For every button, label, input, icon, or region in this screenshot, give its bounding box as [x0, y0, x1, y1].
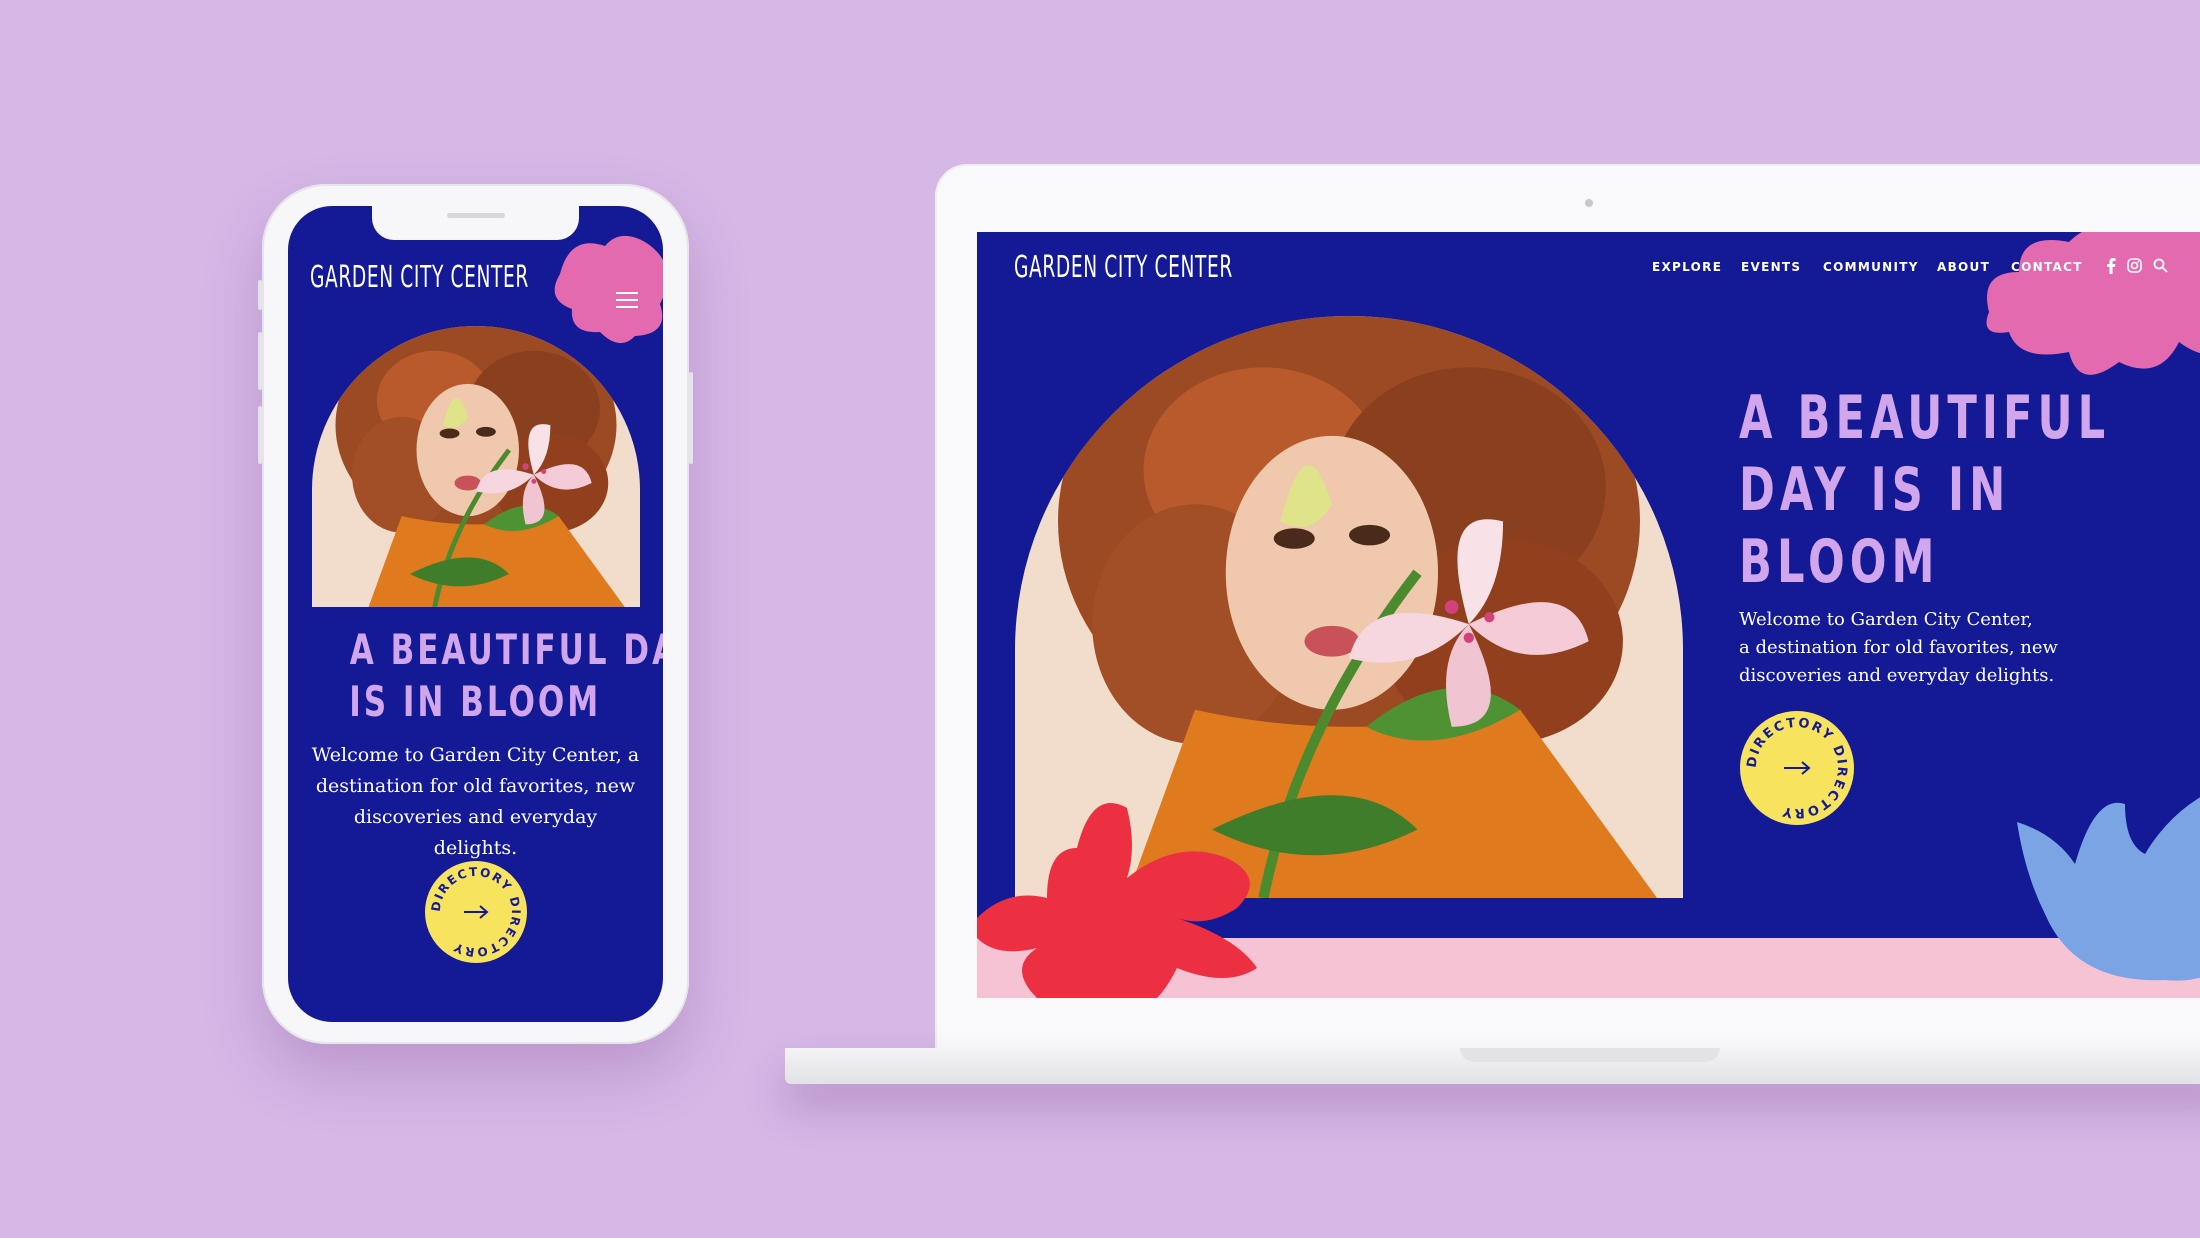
laptop-camera — [1585, 199, 1593, 207]
volume-down-button — [258, 406, 262, 464]
pink-flower-shape — [1986, 232, 2200, 375]
phone-notch — [372, 206, 579, 240]
hamburger-menu-icon[interactable] — [616, 292, 638, 308]
mobile-hero-photo — [312, 326, 640, 607]
nav-contact[interactable]: CONTACT — [2011, 260, 2083, 274]
desktop-intro-text: Welcome to Garden City Center, a destina… — [1739, 609, 2058, 686]
phone-mockup: GARDEN CITY CENTER A BEAUTIFUL DAY IS IN… — [258, 184, 693, 1044]
pink-flower-shape — [554, 236, 663, 343]
mobile-headline-line-1: A BEAUTIFUL DAY — [349, 625, 663, 674]
desktop-logo[interactable]: GARDEN CITY CENTER — [1014, 250, 1233, 285]
laptop-opening-notch — [1460, 1048, 1720, 1062]
nav-explore[interactable]: EXPLORE — [1652, 260, 1722, 274]
mobile-intro-text: Welcome to Garden City Center, a destina… — [311, 744, 640, 859]
phone-speaker — [447, 213, 505, 218]
nav-events[interactable]: EVENTS — [1741, 260, 1801, 274]
nav-about[interactable]: ABOUT — [1937, 260, 1990, 274]
instagram-icon[interactable] — [2127, 258, 2142, 273]
mobile-screen: GARDEN CITY CENTER A BEAUTIFUL DAY IS IN… — [288, 206, 663, 1022]
facebook-icon[interactable] — [2106, 258, 2116, 274]
power-button — [689, 372, 693, 464]
mobile-directory-badge[interactable]: DIRECTORY DIRECTORY — [424, 860, 528, 964]
desktop-directory-badge[interactable]: DIRECTORY DIRECTORY — [1739, 710, 1855, 826]
mobile-logo[interactable]: GARDEN CITY CENTER — [310, 260, 529, 295]
red-flower-shape — [977, 803, 1257, 998]
blue-tulip-shape — [2017, 797, 2200, 981]
mute-switch — [258, 280, 262, 310]
mobile-headline-line-2: IS IN BLOOM — [349, 677, 602, 726]
search-icon[interactable] — [2153, 258, 2168, 273]
volume-up-button — [258, 332, 262, 390]
desktop-headline: A BEAUTIFUL DAY IS IN BLOOM — [1739, 383, 2111, 597]
nav-community[interactable]: COMMUNITY — [1823, 260, 1919, 274]
desktop-screen: GARDEN CITY CENTER EXPLORE EVENTS COMMUN… — [977, 232, 2200, 998]
